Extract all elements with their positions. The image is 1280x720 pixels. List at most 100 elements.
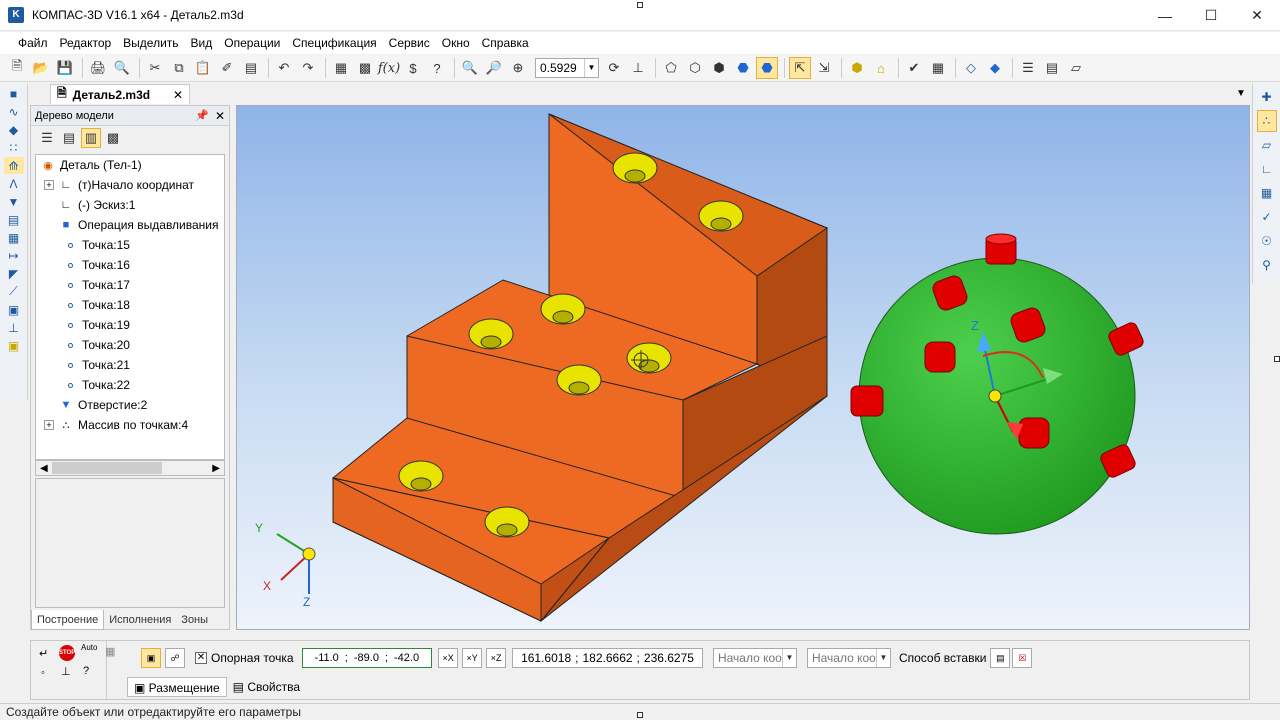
print-icon[interactable]: 🖨 [87,57,109,79]
aux-geometry-icon[interactable]: ⟰ [3,157,24,174]
hidden-lines-icon[interactable]: ⬡ [684,57,706,79]
zoom-level-field[interactable]: 0.5929 ▼ [535,58,599,78]
tree-structure-icon[interactable]: ☰ [37,128,57,148]
tab-build[interactable]: Построение [31,610,105,630]
menu-editor[interactable]: Редактор [54,36,118,50]
measure-tools-icon[interactable]: ◤ [4,265,24,282]
origin-tools-icon[interactable]: ⊥ [4,319,24,336]
axis-x-icon[interactable]: ×X [438,648,459,668]
scroll-left-icon[interactable]: ◀ [40,463,48,474]
tree-hscrollbar[interactable]: ◀ ▶ [35,460,225,476]
zoom-in-icon[interactable]: ⊕ [507,57,529,79]
save-icon[interactable]: 💾 [54,57,76,79]
zoom-dynamic-icon[interactable]: 🔎 [483,57,505,79]
thin-lines-icon[interactable]: ⬢ [708,57,730,79]
origin-dropdown-2[interactable]: Начало коо ▼ [806,648,891,668]
help-pointer-icon[interactable]: ? [426,57,448,79]
point-tool-icon[interactable]: ✚ [1257,86,1277,108]
scroll-right-icon[interactable]: ▶ [212,463,220,474]
tree-item-point[interactable]: Точка:15 [36,235,224,255]
close-button[interactable]: ✕ [1234,0,1280,31]
tree-item-point[interactable]: Точка:16 [36,255,224,275]
close-panel-icon[interactable]: ✕ [215,109,225,123]
dimensions-icon[interactable]: ↦ [4,247,24,264]
stop-icon[interactable]: STOP [59,645,75,661]
origin-dropdown-1[interactable]: Начало коо ▼ [712,648,797,668]
filter-icon[interactable]: ▦ [927,57,949,79]
measure-icon[interactable]: $ [402,57,424,79]
library-icon[interactable]: ▦ [330,57,352,79]
preview-icon[interactable]: 🔍 [111,57,133,79]
maximize-button[interactable]: ☐ [1188,0,1234,31]
paste-icon[interactable]: 📋 [192,57,214,79]
wireframe-icon[interactable]: ⬠ [660,57,682,79]
arrays-icon[interactable]: ∷ [4,139,24,156]
check-icon[interactable]: ✔ [903,57,925,79]
panel-menu-icon[interactable]: ▦ [105,645,115,658]
menu-specification[interactable]: Спецификация [286,36,382,50]
menu-window[interactable]: Окно [436,36,476,50]
tree-item-extrude[interactable]: ■ Операция выдавливания [36,215,224,235]
tree-view-icon[interactable]: ▤ [59,128,79,148]
reference-point-checkbox[interactable]: ✕ [195,652,207,664]
menu-file[interactable]: Файл [12,36,54,50]
tree-item-point[interactable]: Точка:20 [36,335,224,355]
menu-help[interactable]: Справка [476,36,535,50]
rotate-icon[interactable]: ⟳ [603,57,625,79]
origin-marker-icon[interactable]: ⊥ [61,665,71,678]
library-manager-icon[interactable]: ▩ [354,57,376,79]
orientation-icon[interactable]: ⊥ [627,57,649,79]
axis-tool-icon[interactable]: ∟ [1257,158,1277,180]
material-icon[interactable]: ◇ [960,57,982,79]
report-icon[interactable]: ▦ [4,229,24,246]
cut-icon[interactable]: ✂ [144,57,166,79]
curves-icon[interactable]: ∿ [4,103,24,120]
edit-tools-icon[interactable]: ▣ [4,337,24,354]
axis-z-icon[interactable]: ×Z [486,648,507,668]
tree-item-hole[interactable]: ▼ Отверстие:2 [36,395,224,415]
select-filter-icon[interactable]: ⇱ [789,57,811,79]
tab-properties[interactable]: ▤ Свойства [227,677,306,697]
scroll-thumb[interactable] [52,462,162,474]
menu-operations[interactable]: Операции [218,36,286,50]
open-file-icon[interactable]: 📂 [30,57,52,79]
shaded-edges-icon[interactable]: ⬣ [756,57,778,79]
undo-icon[interactable]: ↶ [273,57,295,79]
tree-item-sketch[interactable]: ∟ (-) Эскиз:1 [36,195,224,215]
help-icon[interactable]: ? [83,665,89,677]
macro-icon[interactable]: ☰ [1017,57,1039,79]
expand-icon[interactable]: + [44,420,54,430]
insert-cancel-icon[interactable]: ☒ [1012,648,1033,668]
layers-icon[interactable]: ▤ [1041,57,1063,79]
attach-mode-icon[interactable]: ☍ [165,648,185,668]
zoom-window-icon[interactable]: 🔍 [459,57,481,79]
line-icon[interactable]: ⟋ [4,283,24,300]
tree-item-point[interactable]: Точка:22 [36,375,224,395]
point-mode-icon[interactable]: ▣ [141,648,161,668]
sketch-tools-icon[interactable]: Λ [4,175,24,192]
sheet-metal-icon[interactable]: ▣ [4,301,24,318]
tree-item-pattern[interactable]: + ∴ Массив по точкам:4 [36,415,224,435]
copy-icon[interactable]: ⧉ [168,57,190,79]
tree-item-origin[interactable]: + ∟ (т)Начало координат [36,175,224,195]
pin-icon[interactable]: 📌 [195,109,209,122]
mate-icon[interactable]: ⚲ [1257,254,1277,276]
tree-item-part[interactable]: ◉ Деталь (Тел-1) [36,155,224,175]
shaded-icon[interactable]: ⬣ [732,57,754,79]
axis-y-icon[interactable]: ×Y [462,648,483,668]
global-coords-field[interactable]: 161.6018; 182.6662; 236.6275 [512,648,703,668]
tree-props-icon[interactable]: ▩ [103,128,123,148]
auto-create-icon[interactable]: Auto [81,643,97,652]
redo-icon[interactable]: ↷ [297,57,319,79]
section-icon[interactable]: ◆ [984,57,1006,79]
reference-coords-field[interactable]: -11.0; -89.0; -42.0 [301,648,433,668]
tree-item-point[interactable]: Точка:18 [36,295,224,315]
tree-list-icon[interactable]: ▥ [81,128,101,148]
tab-versions[interactable]: Исполнения [104,610,176,630]
create-object-icon[interactable]: ↵ [39,647,48,660]
tab-list-dropdown-icon[interactable]: ▼ [1236,88,1246,99]
minimize-button[interactable]: — [1142,0,1188,31]
tree-item-point[interactable]: Точка:19 [36,315,224,335]
variables-icon[interactable]: f(x) [378,57,400,79]
close-tab-icon[interactable]: ✕ [173,88,183,102]
